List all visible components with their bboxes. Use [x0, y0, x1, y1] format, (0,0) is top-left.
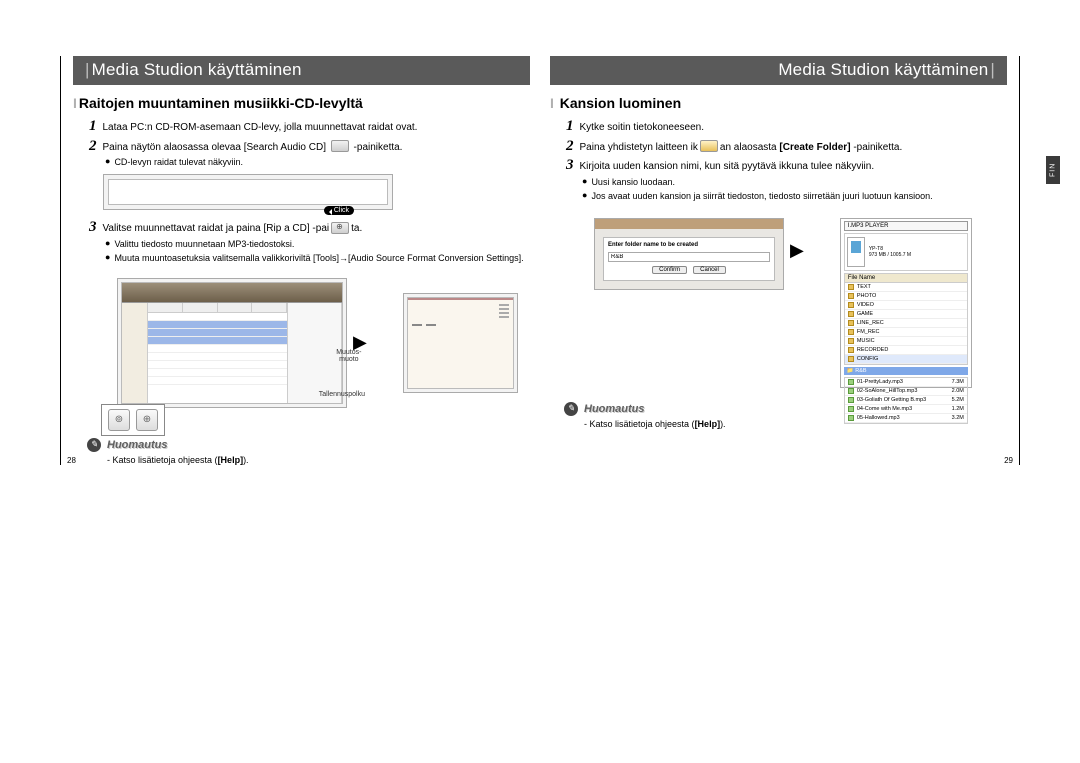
knob-icon: ⊚: [108, 409, 130, 431]
list-item: 05-Hallowed.mp33.2M: [845, 414, 967, 423]
step-number: 2: [566, 139, 574, 154]
device-info: YP-T8 973 MB / 1005.7 M: [869, 246, 911, 258]
list-item: 01-PrettyLady.mp37.3M: [845, 378, 967, 387]
bullet-text: Jos avaat uuden kansion ja siirrät tiedo…: [591, 190, 932, 202]
list-item: 04-Come with Me.mp31.2M: [845, 405, 967, 414]
click-callout: Click: [324, 206, 354, 215]
bullet-icon: ●: [105, 238, 110, 250]
device-image-icon: [847, 237, 865, 267]
page-left: |Media Studion käyttäminen IRaitojen muu…: [60, 56, 540, 465]
bullet-text: Muuta muuntoasetuksia valitsemalla valik…: [114, 252, 523, 264]
step-number: 1: [566, 119, 574, 134]
note-text: - Katso lisätietoja ohjeesta ([Help]).: [107, 455, 530, 465]
rip-cd-icon: [331, 222, 349, 234]
column-header: File Name: [848, 275, 875, 281]
callout-label: Muutos- muoto: [331, 349, 367, 363]
list-item: CONFIG: [845, 355, 967, 364]
arrow-right-icon: ▶: [790, 240, 804, 261]
screenshot-cd-bar: Click: [103, 174, 393, 210]
page-number: 29: [1004, 456, 1013, 465]
step-text: Valitse muunnettavat raidat ja paina [Ri…: [103, 220, 531, 236]
list-item: RECORDED: [845, 346, 967, 355]
note-title: Huomautus: [584, 403, 645, 415]
dialog-label: Enter folder name to be created: [608, 242, 770, 248]
step-number: 3: [89, 220, 97, 235]
new-folder-row: 📁 R&B: [844, 367, 968, 375]
screenshot-settings-panel: [403, 293, 518, 393]
bullet-icon: ●: [105, 156, 110, 168]
confirm-button[interactable]: Confirm: [652, 266, 687, 274]
step-text: Kytke soitin tietokoneeseen.: [580, 119, 1008, 135]
note-title: Huomautus: [107, 439, 168, 451]
page-title-left: |Media Studion käyttäminen: [73, 56, 530, 85]
list-item: PHOTO: [845, 292, 967, 301]
step-number: 2: [89, 139, 97, 154]
device-title: I.MP3 PLAYER: [844, 221, 968, 231]
pipe-icon: |: [988, 60, 997, 80]
step-text: Kirjoita uuden kansion nimi, kun sitä py…: [580, 158, 1008, 174]
list-item: 03-Goliath Of Getting B.mp35.2M: [845, 396, 967, 405]
list-item: LINE_REC: [845, 319, 967, 328]
cancel-button[interactable]: Cancel: [693, 266, 726, 274]
screenshot-knob-row: ⊚ ⊕: [101, 404, 165, 436]
knob-icon: ⊕: [136, 409, 158, 431]
note-badge-icon: ✎: [87, 438, 101, 452]
list-item: VIDEO: [845, 301, 967, 310]
list-item: FM_REC: [845, 328, 967, 337]
search-cd-icon: [331, 140, 349, 152]
bullet-text: Uusi kansio luodaan.: [591, 176, 675, 188]
folder-name-input[interactable]: [608, 252, 770, 262]
step-text: Paina näytön alaosassa olevaa [Search Au…: [103, 139, 531, 155]
pipe-icon: |: [83, 60, 92, 80]
list-item: TEXT: [845, 283, 967, 292]
list-item: 02-SoAlone_HillTop.mp32.0M: [845, 387, 967, 396]
page-number: 28: [67, 456, 76, 465]
page-title-right: Media Studion käyttäminen |: [550, 56, 1007, 85]
bullet-icon: ●: [582, 176, 587, 188]
pipe-icon: I: [550, 95, 560, 111]
screenshot-device-panel: I.MP3 PLAYER YP-T8 973 MB / 1005.7 M Fil…: [840, 218, 972, 388]
step-text: Paina yhdistetyn laitteen ikan alaosasta…: [580, 139, 1008, 155]
list-item: MUSIC: [845, 337, 967, 346]
section-heading-right: I Kansion luominen: [550, 95, 1007, 111]
bullet-icon: ●: [582, 190, 587, 202]
step-number: 3: [566, 158, 574, 173]
page-right: Media Studion käyttäminen | I Kansion lu…: [540, 56, 1020, 465]
list-item: GAME: [845, 310, 967, 319]
screenshot-media-studio: [117, 278, 347, 408]
language-tab: FIN: [1046, 156, 1060, 184]
callout-label: Tallennuspolku: [315, 391, 369, 398]
create-folder-icon: [700, 140, 718, 152]
section-heading-left: IRaitojen muuntaminen musiikki-CD-levylt…: [73, 95, 530, 111]
screenshot-create-folder-dialog: Enter folder name to be created Confirm …: [594, 218, 784, 290]
step-text: Lataa PC:n CD-ROM-asemaan CD-levy, jolla…: [103, 119, 531, 135]
step-number: 1: [89, 119, 97, 134]
bullet-text: CD-levyn raidat tulevat näkyviin.: [114, 156, 243, 168]
bullet-icon: ●: [105, 252, 110, 264]
note-badge-icon: ✎: [564, 402, 578, 416]
bullet-text: Valittu tiedosto muunnetaan MP3-tiedosto…: [114, 238, 294, 250]
